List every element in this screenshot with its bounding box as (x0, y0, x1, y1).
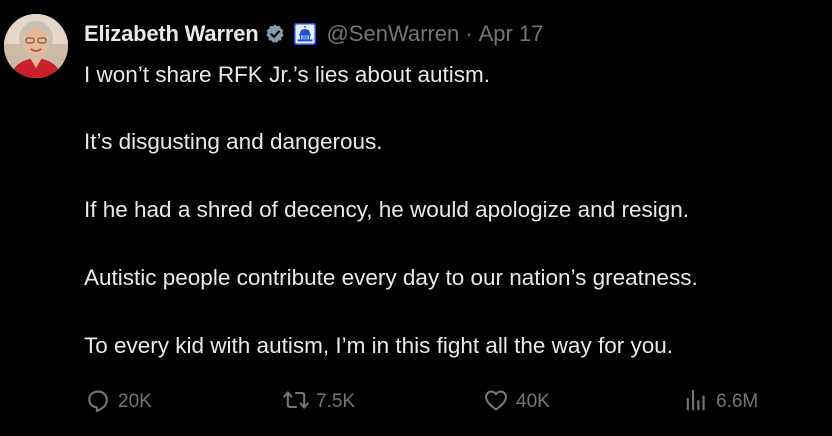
post-date[interactable]: Apr 17 (479, 21, 544, 47)
display-name[interactable]: Elizabeth Warren (84, 21, 259, 47)
separator-dot: · (465, 21, 473, 46)
repost-count: 7.5K (316, 391, 356, 412)
capitol-building-icon[interactable] (294, 23, 317, 45)
tweet-paragraph: It’s disgusting and dangerous. (84, 129, 383, 154)
tweet-paragraph: To every kid with autism, I’m in this fi… (84, 333, 673, 358)
avatar[interactable] (4, 14, 68, 78)
tweet: Elizabeth Warren @SenWarren · Apr 17 I w… (0, 0, 832, 436)
reply-count: 20K (118, 391, 152, 412)
tweet-actions: 20K 7.5K 40K 6.6M (84, 384, 784, 420)
verified-badge-icon[interactable] (264, 23, 286, 45)
reply-button[interactable]: 20K (84, 384, 152, 420)
tweet-paragraph: If he had a shred of decency, he would a… (84, 197, 689, 222)
repost-icon (282, 386, 310, 419)
reply-icon (84, 386, 112, 419)
tweet-paragraph: Autistic people contribute every day to … (84, 265, 698, 290)
tweet-header: Elizabeth Warren @SenWarren · Apr 17 (84, 18, 543, 50)
like-button[interactable]: 40K (482, 384, 550, 420)
heart-icon (482, 386, 510, 419)
views-count: 6.6M (716, 391, 759, 412)
like-count: 40K (516, 391, 550, 412)
user-handle[interactable]: @SenWarren (326, 21, 459, 47)
tweet-paragraph: I won’t share RFK Jr.’s lies about autis… (84, 62, 490, 87)
analytics-icon (682, 386, 710, 419)
repost-button[interactable]: 7.5K (282, 384, 355, 420)
views-button[interactable]: 6.6M (682, 384, 758, 420)
